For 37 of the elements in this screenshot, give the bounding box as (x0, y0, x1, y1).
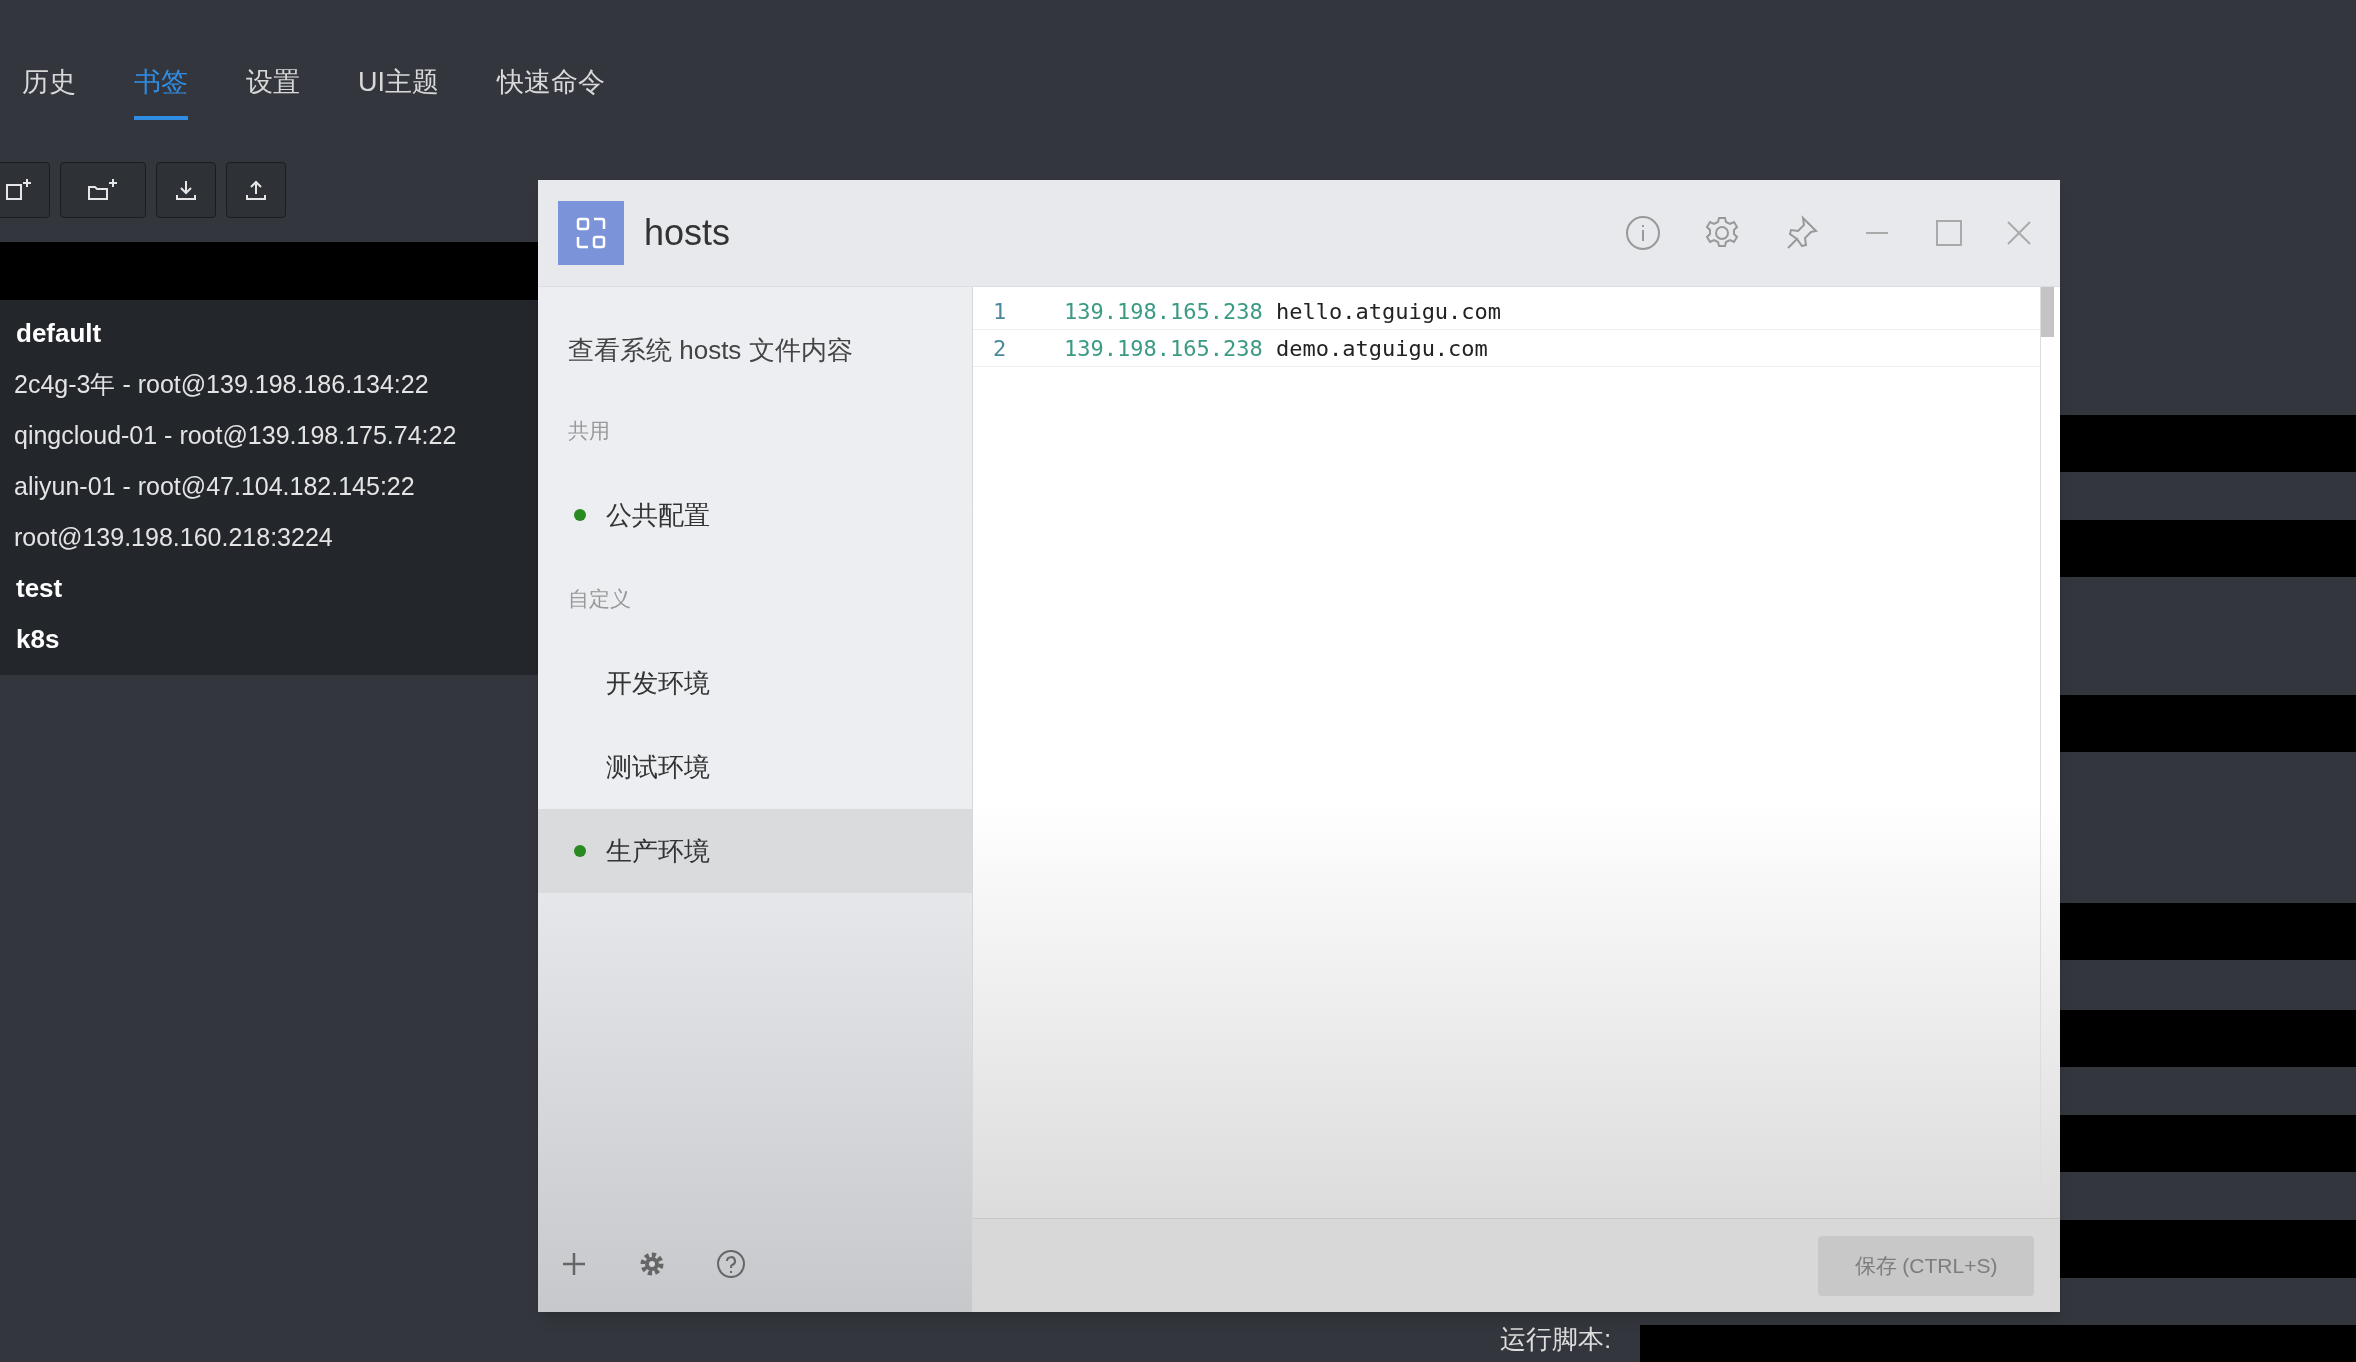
tab[interactable]: 设置 (246, 58, 300, 120)
sidebar-item[interactable]: 查看系统 hosts 文件内容 (538, 311, 972, 389)
sidebar-item[interactable]: 生产环境 (538, 809, 972, 893)
sidebar-item[interactable]: 开发环境 (538, 641, 972, 725)
tab[interactable]: UI主题 (358, 58, 439, 120)
settings-icon[interactable] (638, 1250, 666, 1278)
bookmark-item[interactable]: 2c4g-3年 - root@139.198.186.134:22 (0, 359, 540, 410)
add-icon[interactable] (560, 1250, 588, 1278)
tab[interactable]: 历史 (22, 58, 76, 120)
code-line: 139.198.165.238 demo.atguigu.com (1064, 334, 1488, 363)
maximize-icon[interactable] (1935, 219, 1963, 247)
line-number: 2 (992, 334, 1008, 363)
info-icon[interactable] (1625, 215, 1661, 251)
sidebar-item[interactable]: 公共配置 (538, 473, 972, 557)
close-icon[interactable] (2006, 220, 2032, 246)
window-title: hosts (644, 211, 731, 255)
bookmark-item[interactable]: qingcloud-01 - root@139.198.175.74:22 (0, 410, 540, 461)
code-line: 139.198.165.238 hello.atguigu.com (1064, 297, 1502, 326)
field-label: 运行脚本: (1500, 1324, 1612, 1354)
bookmark-group[interactable]: test (0, 563, 540, 614)
app-logo-icon (558, 201, 624, 265)
help-icon[interactable] (716, 1249, 746, 1279)
section-heading: 共用 (567, 418, 611, 445)
section-heading: 自定义 (567, 586, 632, 613)
sidebar-item[interactable]: 测试环境 (538, 725, 972, 809)
export-button[interactable] (226, 162, 286, 218)
bookmark-item[interactable]: root@139.198.160.218:3224 (0, 512, 540, 563)
upload-icon (244, 178, 268, 202)
download-icon (174, 178, 198, 202)
line-number: 1 (992, 297, 1008, 326)
tab[interactable]: 快速命令 (497, 58, 605, 120)
bookmark-item[interactable]: aliyun-01 - root@47.104.182.145:22 (0, 461, 540, 512)
new-bookmark-button[interactable] (0, 162, 50, 218)
import-button[interactable] (156, 162, 216, 218)
bookmark-group[interactable]: k8s (0, 614, 540, 665)
new-folder-button[interactable] (60, 162, 146, 218)
bookmark-group[interactable]: default (0, 308, 540, 359)
